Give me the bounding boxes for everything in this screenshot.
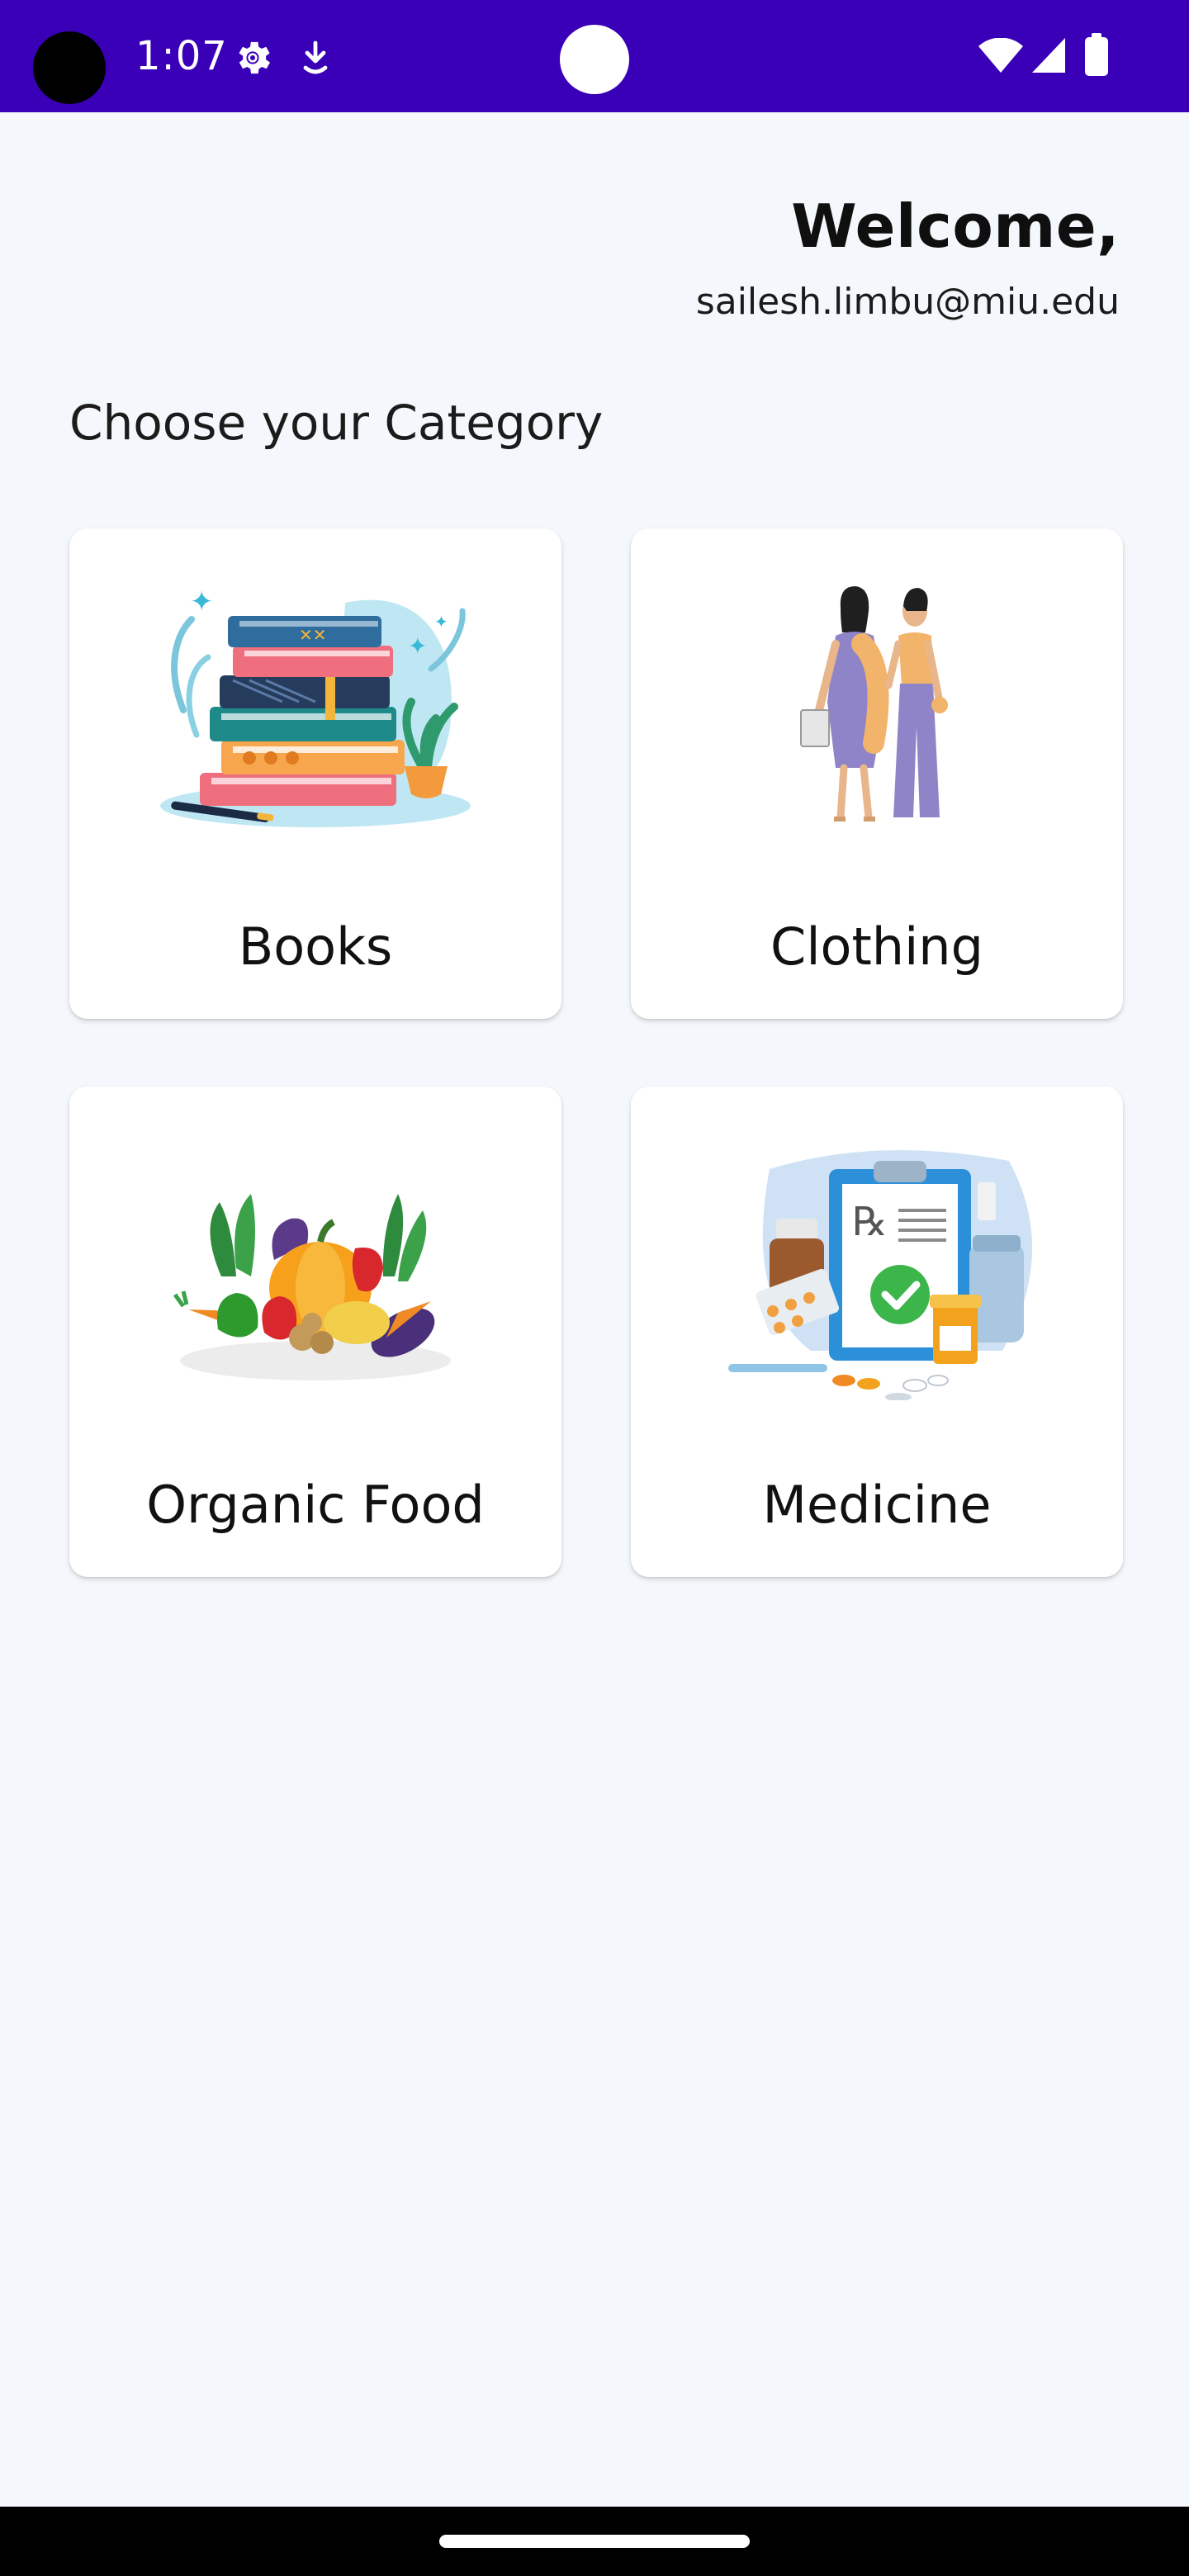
svg-text:✦: ✦: [434, 612, 448, 632]
wifi-icon: [978, 38, 1024, 74]
prescription-medicine-illustration: ℞: [712, 1136, 1042, 1400]
category-label: Clothing: [770, 916, 983, 977]
svg-text:✦: ✦: [190, 585, 214, 618]
settings-gear-icon: [231, 36, 274, 79]
svg-text:✦: ✦: [408, 632, 427, 660]
cellular-signal-icon: [1030, 36, 1067, 74]
category-label: Organic Food: [146, 1475, 485, 1535]
category-card-books[interactable]: ✦ ✦ ✦ ✕✕ Books: [69, 528, 561, 1019]
front-camera-indicator: [560, 25, 629, 94]
welcome-heading: Welcome,: [791, 192, 1120, 261]
category-label: Books: [238, 916, 393, 977]
home-gesture-handle[interactable]: [439, 2535, 750, 2548]
category-card-organic-food[interactable]: Organic Food: [69, 1087, 561, 1577]
section-title: Choose your Category: [69, 395, 604, 451]
vegetables-illustration: [150, 1136, 481, 1400]
status-bar: 1:07: [0, 0, 1189, 112]
status-time: 1:07: [135, 33, 228, 79]
category-card-clothing[interactable]: Clothing: [631, 528, 1123, 1019]
navigation-bar: [0, 2507, 1189, 2576]
category-label: Medicine: [762, 1475, 992, 1535]
camera-cutout: [33, 31, 106, 104]
user-email: sailesh.limbu@miu.edu: [695, 281, 1120, 323]
download-arrow-icon: [299, 38, 332, 78]
fashion-models-illustration: [712, 578, 1042, 842]
books-stack-illustration: ✦ ✦ ✦ ✕✕: [150, 578, 481, 842]
svg-text:℞: ℞: [852, 1199, 888, 1245]
category-card-medicine[interactable]: ℞ Medicine: [631, 1087, 1123, 1577]
battery-icon: [1085, 33, 1108, 76]
svg-text:✕✕: ✕✕: [299, 625, 327, 645]
